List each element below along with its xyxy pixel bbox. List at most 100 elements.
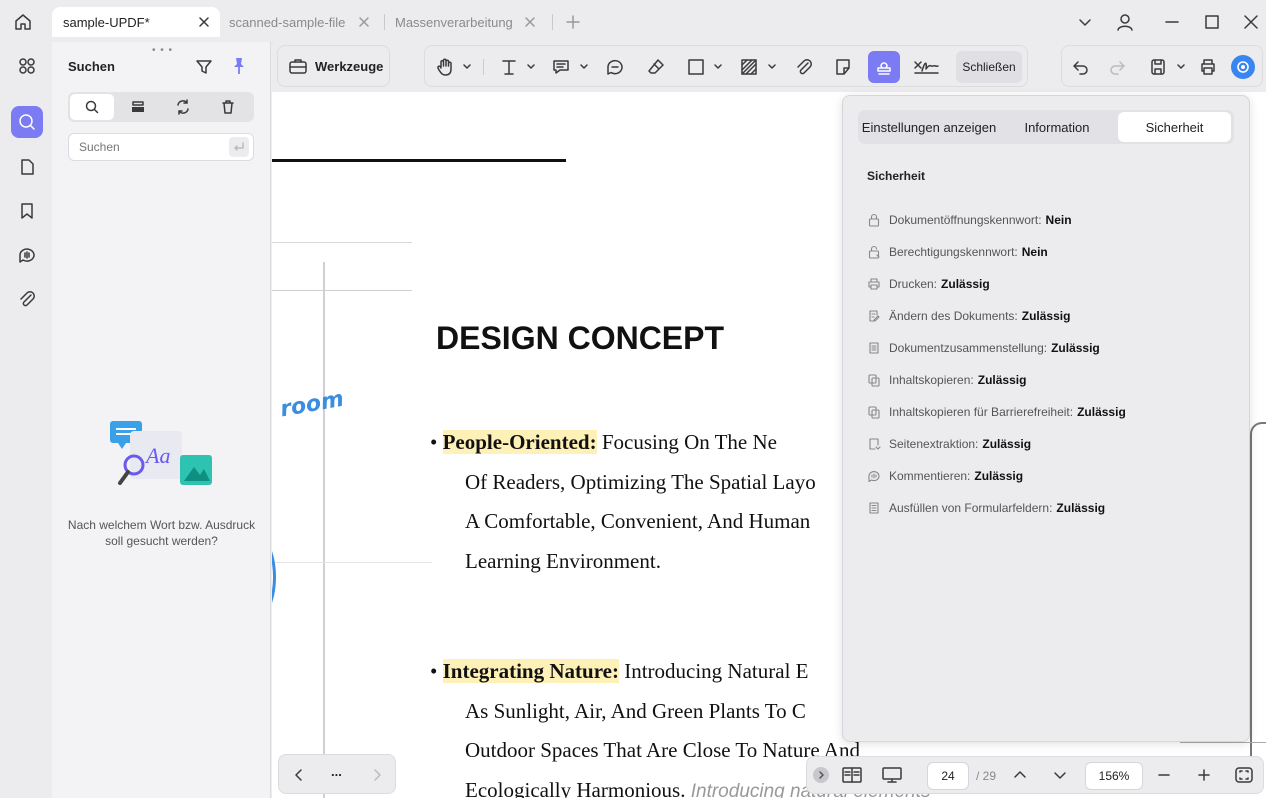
chevron-down-icon[interactable]	[527, 63, 535, 71]
search-mode-replace[interactable]	[161, 94, 205, 120]
fit-page-icon[interactable]	[1234, 765, 1254, 785]
row-label: Inhaltskopieren für Barrierefreiheit:	[889, 405, 1074, 419]
area-hatch-icon[interactable]	[737, 55, 761, 79]
text-comment-icon[interactable]	[603, 55, 627, 79]
save-icon[interactable]	[1146, 55, 1170, 79]
row-value: Nein	[1021, 245, 1048, 259]
security-row: Drucken: Zulässig	[867, 274, 990, 294]
user-icon[interactable]	[1114, 11, 1136, 33]
bullet-item-2: • Integrating Nature: Introducing Natura…	[430, 659, 808, 684]
security-row: Inhaltskopieren für Barrierefreiheit: Zul…	[867, 402, 1126, 422]
maximize-icon[interactable]	[1203, 13, 1221, 31]
collapse-icon[interactable]	[813, 767, 829, 783]
text-icon[interactable]	[497, 55, 521, 79]
zoom-out-icon[interactable]	[1156, 767, 1172, 783]
chevron-down-icon[interactable]	[1076, 13, 1094, 31]
close-icon[interactable]	[522, 14, 538, 30]
tab-information[interactable]: Information	[999, 112, 1115, 142]
more-button[interactable]: ...	[331, 764, 342, 779]
row-value: Zulässig	[977, 373, 1027, 387]
bullet-text: Focusing On The Ne	[596, 430, 777, 454]
tab-label: Massenverarbeitung	[395, 14, 513, 30]
enter-icon[interactable]	[229, 137, 249, 157]
chevron-up-icon[interactable]	[1012, 767, 1028, 783]
sketch-line	[272, 242, 412, 243]
bullet-text: Introducing Natural E	[618, 659, 809, 683]
zoom-in-icon[interactable]	[1196, 767, 1212, 783]
toolbox-icon	[288, 56, 308, 76]
form-field-icon	[867, 501, 889, 515]
row-label: Seitenextraktion:	[889, 437, 979, 451]
drag-handle[interactable]: • • •	[152, 45, 173, 56]
chevron-left-icon[interactable]	[291, 767, 307, 783]
sticker-icon[interactable]	[831, 55, 855, 79]
sketch-frame	[1250, 422, 1266, 772]
close-icon[interactable]	[356, 14, 372, 30]
tab-divider	[552, 14, 553, 30]
eraser-icon[interactable]	[644, 55, 668, 79]
tab-sample-updf[interactable]: sample-UPDF*	[52, 7, 220, 37]
tab-security[interactable]: Sicherheit	[1118, 112, 1231, 142]
thumbnails-icon[interactable]	[11, 50, 43, 82]
hand-icon[interactable]	[433, 55, 457, 79]
page-icon[interactable]	[11, 151, 43, 183]
attachment-icon[interactable]	[11, 283, 43, 315]
row-value: Zulässig	[1051, 341, 1100, 355]
search-mode-redact[interactable]	[116, 94, 160, 120]
search-mode-search[interactable]	[70, 94, 114, 120]
paragraph-line: Learning Environment.	[465, 549, 661, 573]
comment-icon[interactable]	[11, 239, 43, 271]
window-close-icon[interactable]	[1242, 13, 1260, 31]
tools-button[interactable]: Werkzeuge	[277, 45, 390, 87]
row-label: Ausfüllen von Formularfeldern:	[889, 501, 1053, 515]
presentation-icon[interactable]	[881, 765, 903, 785]
security-row: Inhaltskopieren: Zulässig	[867, 370, 1026, 390]
chevron-down-icon[interactable]	[580, 63, 588, 71]
signature-icon[interactable]	[911, 55, 941, 79]
tab-massenverarbeitung[interactable]: Massenverarbeitung	[386, 7, 546, 37]
row-value: Zulässig	[982, 437, 1032, 451]
filter-icon[interactable]	[194, 57, 214, 77]
note-comment-icon[interactable]	[549, 55, 573, 79]
home-icon[interactable]	[12, 11, 34, 33]
page-heading: DESIGN CONCEPT	[436, 320, 725, 356]
page-number-input[interactable]: 24	[927, 762, 969, 790]
row-value: Nein	[1045, 213, 1072, 227]
view-controls-bar: 24 / 29 156%	[806, 756, 1264, 794]
bullet-title: People-Oriented:	[442, 430, 597, 454]
tab-display-settings[interactable]: Einstellungen anzeigen	[861, 112, 997, 142]
document-actions-toolbar	[1061, 45, 1263, 87]
stamp-icon[interactable]	[868, 51, 900, 83]
sketch-line	[323, 262, 325, 798]
undo-icon[interactable]	[1069, 55, 1093, 79]
chevron-down-icon[interactable]	[1177, 63, 1185, 71]
close-icon[interactable]	[196, 14, 212, 30]
row-label: Dokumentzusammenstellung:	[889, 341, 1048, 355]
new-tab-icon[interactable]	[564, 13, 582, 31]
ai-assistant-icon[interactable]	[1231, 55, 1255, 79]
chevron-down-icon[interactable]	[768, 63, 776, 71]
bookmark-icon[interactable]	[11, 195, 43, 227]
search-input[interactable]	[68, 133, 254, 161]
printer-icon[interactable]	[1196, 55, 1220, 79]
redo-icon[interactable]	[1105, 55, 1129, 79]
attachment-icon[interactable]	[792, 55, 816, 79]
page-layout-icon[interactable]	[841, 765, 863, 785]
pin-icon[interactable]	[229, 56, 249, 76]
security-row: Ausfüllen von Formularfeldern: Zulässig	[867, 498, 1105, 518]
chevron-down-icon[interactable]	[714, 63, 722, 71]
security-row: Kommentieren: Zulässig	[867, 466, 1023, 486]
minimize-icon[interactable]	[1163, 13, 1181, 31]
chevron-down-icon[interactable]	[1052, 767, 1068, 783]
zoom-level-input[interactable]: 156%	[1085, 762, 1143, 790]
chevron-right-icon[interactable]	[369, 767, 385, 783]
search-mode-delete[interactable]	[206, 94, 250, 120]
tab-scanned-sample-file[interactable]: scanned-sample-file	[220, 7, 380, 37]
rectangle-icon[interactable]	[684, 55, 708, 79]
copy-accessibility-icon	[867, 405, 889, 419]
document-assembly-icon	[867, 341, 889, 355]
sketch-circle	[272, 532, 276, 622]
search-icon[interactable]	[11, 106, 43, 138]
chevron-down-icon[interactable]	[463, 63, 471, 71]
close-tools-button[interactable]: Schließen	[956, 51, 1022, 83]
